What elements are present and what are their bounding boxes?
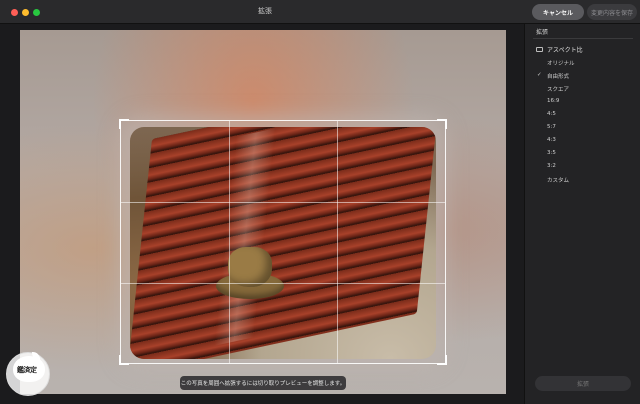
crop-handle-bottom-left[interactable] — [119, 355, 129, 365]
grid-line-vertical — [229, 121, 230, 363]
sidebar-divider — [533, 38, 633, 39]
extension-preview-canvas — [20, 30, 506, 394]
aspect-option-4-5[interactable]: 4:5 — [547, 111, 556, 117]
grid-line-horizontal — [121, 202, 445, 203]
aspect-ratio-section-title: アスペクト比 — [547, 47, 583, 54]
grid-line-vertical — [337, 121, 338, 363]
aspect-option-square[interactable]: スクエア — [547, 85, 569, 93]
aspect-option-16-9[interactable]: 16:9 — [547, 98, 559, 104]
sidebar-title: 拡張 — [536, 29, 549, 36]
crop-handle-bottom-right[interactable] — [437, 355, 447, 365]
apply-extend-button[interactable]: 拡張 — [535, 376, 631, 391]
crop-handle-top-left[interactable] — [119, 119, 129, 129]
aspect-ratio-icon — [536, 47, 543, 52]
save-changes-button[interactable]: 変更内容を保存 — [587, 4, 637, 20]
aspect-option-original[interactable]: オリジナル — [547, 59, 575, 67]
cancel-button[interactable]: キャンセル — [532, 4, 584, 20]
crop-handle-top-right[interactable] — [437, 119, 447, 129]
watermark-logo: 鑑済定 — [6, 352, 50, 396]
aspect-option-custom[interactable]: カスタム — [547, 176, 569, 184]
crop-hint-message: この写真を周囲へ拡張するには切り取りプレビューを調整します。 — [180, 376, 346, 390]
crop-frame[interactable] — [119, 119, 447, 365]
aspect-option-5-7[interactable]: 5:7 — [547, 124, 556, 130]
sidebar: 拡張 アスペクト比 オリジナル ✓ 自由形式 スクエア 16:9 4:5 5:7… — [524, 24, 640, 404]
aspect-option-3-5[interactable]: 3:5 — [547, 150, 556, 156]
checkmark-icon: ✓ — [537, 72, 542, 78]
aspect-option-4-3[interactable]: 4:3 — [547, 137, 556, 143]
aspect-option-3-2[interactable]: 3:2 — [547, 163, 556, 169]
window-title: 拡張 — [258, 7, 272, 15]
aspect-option-freeform[interactable]: 自由形式 — [547, 72, 569, 80]
grid-line-horizontal — [121, 283, 445, 284]
aspect-ratio-section: アスペクト比 — [536, 45, 583, 54]
title-bar: 拡張 キャンセル 変更内容を保存 — [0, 0, 640, 24]
watermark-text: 鑑済定 — [17, 365, 37, 374]
